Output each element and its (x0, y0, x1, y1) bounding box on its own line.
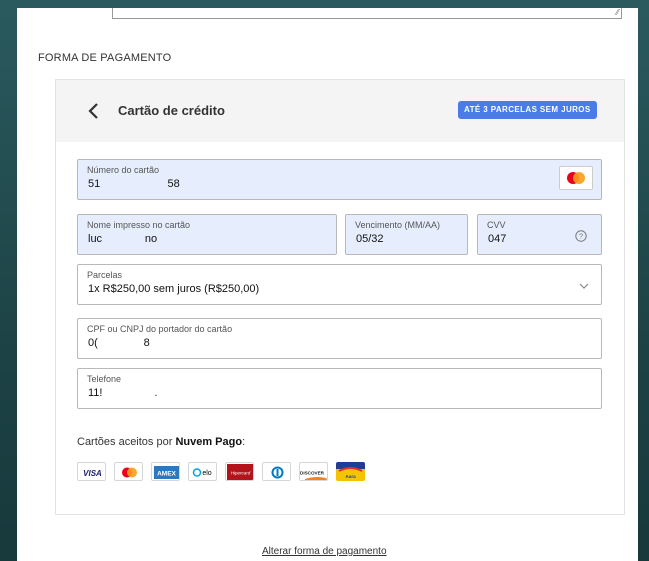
accepted-cards-suffix: : (242, 436, 246, 448)
accepted-cards-label: Cartões aceitos por Nuvem Pago: (77, 436, 245, 448)
document-value: 0( 8 (88, 337, 150, 349)
chevron-down-icon (579, 283, 589, 289)
mastercard-icon (559, 166, 593, 190)
mastercard-brand-icon (114, 462, 143, 481)
phone-field[interactable]: Telefone 11! . (77, 368, 602, 409)
payment-method-header: Cartão de crédito ATÉ 3 PARCELAS SEM JUR… (56, 80, 624, 142)
elo-icon: elo (188, 462, 217, 481)
card-number-field[interactable]: Número do cartão 51 58 (77, 159, 602, 200)
payment-method-title: Cartão de crédito (118, 103, 225, 118)
diners-icon (262, 462, 291, 481)
phone-value: 11! . (88, 387, 158, 399)
section-title: FORMA DE PAGAMENTO (38, 52, 172, 64)
previous-textarea[interactable]: ⁄⁄ (112, 8, 622, 19)
hipercard-icon: Hipercard (225, 462, 254, 481)
aura-icon: Aura (336, 462, 365, 481)
card-number-label: Número do cartão (87, 165, 160, 175)
installments-select[interactable]: Parcelas 1x R$250,00 sem juros (R$250,00… (77, 264, 602, 305)
svg-text:?: ? (579, 232, 583, 241)
card-name-label: Nome impresso no cartão (87, 220, 191, 230)
document-field[interactable]: CPF ou CNPJ do portador do cartão 0( 8 (77, 318, 602, 359)
accepted-cards-prefix: Cartões aceitos por (77, 436, 176, 448)
card-name-value: luc no (88, 233, 158, 245)
discover-icon: DISCOVER (299, 462, 328, 481)
svg-text:VISA: VISA (83, 469, 102, 478)
promo-badge: ATÉ 3 PARCELAS SEM JUROS (458, 101, 597, 119)
installments-value: 1x R$250,00 sem juros (R$250,00) (88, 283, 260, 295)
svg-text:elo: elo (202, 470, 211, 477)
expiry-field[interactable]: Vencimento (MM/AA) 05/32 (345, 214, 468, 255)
cvv-value: 047 (488, 233, 507, 245)
installments-label: Parcelas (87, 270, 123, 280)
change-payment-link[interactable]: Alterar forma de pagamento (262, 546, 387, 557)
expiry-label: Vencimento (MM/AA) (355, 220, 441, 230)
visa-icon: VISA (77, 462, 106, 481)
svg-text:Hipercard: Hipercard (231, 471, 251, 476)
svg-text:Aura: Aura (345, 474, 356, 479)
resize-grip-icon[interactable]: ⁄⁄ (616, 9, 619, 17)
svg-text:DISCOVER: DISCOVER (300, 471, 325, 476)
phone-label: Telefone (87, 374, 122, 384)
cvv-label: CVV (487, 220, 506, 230)
accepted-cards-brand: Nuvem Pago (175, 436, 243, 448)
document-label: CPF ou CNPJ do portador do cartão (87, 324, 233, 334)
svg-text:AMEX: AMEX (157, 471, 176, 478)
card-number-value: 51 58 (88, 178, 180, 190)
help-icon[interactable]: ? (575, 230, 587, 242)
card-name-field[interactable]: Nome impresso no cartão luc no (77, 214, 337, 255)
expiry-value: 05/32 (356, 233, 384, 245)
amex-icon: AMEX (151, 462, 180, 481)
back-chevron-icon[interactable] (84, 101, 104, 121)
cvv-field[interactable]: CVV 047 ? (477, 214, 602, 255)
